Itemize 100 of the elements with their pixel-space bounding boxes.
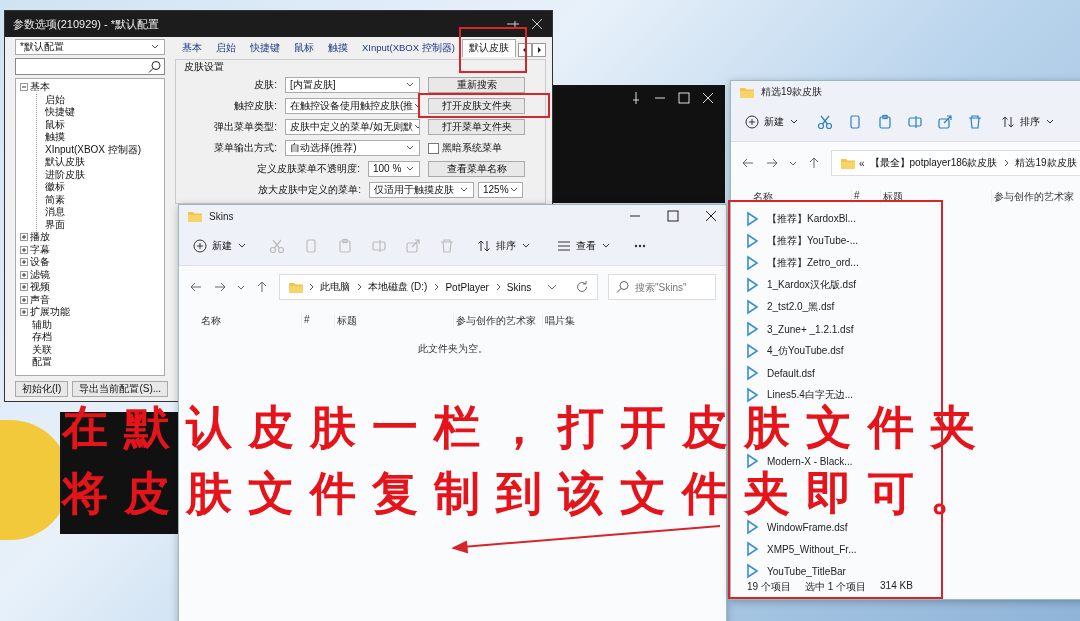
collapse-icon[interactable] <box>20 83 28 92</box>
breadcrumb[interactable]: 精选19款皮肤 <box>1013 155 1079 171</box>
dropdown[interactable]: 125% <box>478 182 523 198</box>
delete-icon <box>967 114 983 130</box>
file-name[interactable]: WindowFrame.dsf <box>767 521 848 533</box>
tree-item[interactable]: 界面 <box>45 218 65 231</box>
chevron-right-icon <box>1002 158 1011 168</box>
tree-item[interactable]: 简素 <box>45 193 65 206</box>
file-name[interactable]: 4_仿YouTube.dsf <box>767 344 844 358</box>
file-name[interactable]: 【推荐】KardoxBl... <box>767 212 856 226</box>
tree-item[interactable]: 存档 <box>32 331 52 344</box>
tree-item[interactable]: 触摸 <box>45 131 65 144</box>
toolbar-button[interactable]: 查看 <box>553 234 615 258</box>
toolbar-button[interactable]: 新建 <box>189 234 251 258</box>
dropdown[interactable]: 100 % <box>368 161 420 177</box>
tree-item[interactable]: 配置 <box>32 356 52 369</box>
tree-item[interactable]: 鼠标 <box>45 118 65 131</box>
status-text: 选中 1 个项目 <box>804 580 867 594</box>
column-header[interactable]: 参与创作的艺术家 <box>456 315 536 326</box>
empty-folder-message: 此文件夹为空。 <box>417 343 488 354</box>
chevron-right-icon <box>432 282 441 292</box>
tree-item[interactable]: 启始 <box>45 93 65 106</box>
file-name[interactable]: 3_Zune+ _1.2.1.dsf <box>767 323 854 335</box>
address-bar[interactable]: 此电脑 本地磁盘 (D:) PotPlayer Skins <box>279 274 598 300</box>
up-icon <box>807 156 821 170</box>
tree-item[interactable]: 辅助 <box>32 318 52 331</box>
column-header[interactable]: # <box>304 314 310 325</box>
breadcrumb[interactable]: Skins <box>504 279 534 295</box>
file-name[interactable]: 2_tst2.0_黑.dsf <box>767 300 835 314</box>
action-button[interactable]: 打开皮肤文件夹 <box>428 98 525 114</box>
action-button[interactable]: 重新搜索 <box>428 77 525 93</box>
tab[interactable]: 基本 <box>175 39 209 57</box>
file-name[interactable]: XMP5_Without_Fr... <box>767 543 857 555</box>
tree-item[interactable]: XInput(XBOX 控制器) <box>45 143 142 156</box>
file-name[interactable]: Lines5.4白字无边... <box>767 388 854 402</box>
tree-item[interactable]: 播放 <box>30 231 50 244</box>
breadcrumb[interactable]: 【最全】potplayer186款皮肤 <box>867 155 1000 171</box>
play-file-icon <box>745 343 759 359</box>
file-name[interactable]: 【推荐】YouTube-... <box>767 234 858 248</box>
dropdown[interactable]: 在触控设备使用触控皮肤(推 <box>285 98 420 114</box>
search-field[interactable] <box>15 58 165 75</box>
tab[interactable]: 默认皮肤 <box>461 39 516 57</box>
tree-item[interactable]: 消息 <box>45 206 65 219</box>
breadcrumb[interactable]: PotPlayer <box>443 279 491 295</box>
action-button[interactable]: 打开菜单文件夹 <box>428 119 525 135</box>
sort-icon <box>477 239 491 253</box>
toolbar-button[interactable]: 排序 <box>473 234 535 258</box>
column-header[interactable]: 唱片集 <box>545 315 575 326</box>
tree-item[interactable]: 快捷键 <box>45 106 75 119</box>
checkbox[interactable] <box>428 142 439 154</box>
tree-item[interactable]: 进阶皮肤 <box>45 168 85 181</box>
file-name[interactable]: Modern-X - Black... <box>767 455 853 467</box>
address-bar[interactable]: « 【最全】potplayer186款皮肤 精选19款皮肤 <box>831 150 1080 176</box>
file-name[interactable]: YouTube_TitleBar <box>767 565 846 577</box>
dropdown[interactable]: 自动选择(推荐) <box>285 140 420 156</box>
column-header[interactable]: 标题 <box>337 315 357 326</box>
sort-icon <box>1001 115 1015 129</box>
footer-button[interactable]: 导出当前配置(S)... <box>72 381 169 397</box>
tree-item[interactable]: 默认皮肤 <box>45 156 85 169</box>
tree-item[interactable]: 字幕 <box>30 243 50 256</box>
dropdown[interactable]: 皮肤中定义的菜单/如无则默 <box>285 119 420 135</box>
column-header[interactable]: 名称 <box>201 315 221 326</box>
breadcrumb[interactable]: 此电脑 <box>318 279 352 295</box>
tab[interactable]: XInput(XBOX 控制器) <box>355 39 462 57</box>
profile-dropdown[interactable]: *默认配置 <box>15 39 165 55</box>
tree-item[interactable]: 徽标 <box>45 181 65 194</box>
highlight-frame <box>459 27 527 73</box>
tree-item[interactable]: 关联 <box>32 343 52 356</box>
tab[interactable]: 快捷键 <box>243 39 287 57</box>
folder-icon <box>840 156 856 170</box>
back-icon <box>189 280 203 294</box>
tree-item[interactable]: 扩展功能 <box>30 306 70 319</box>
plus-circle-icon <box>193 239 207 253</box>
file-name[interactable]: 【推荐】Zetro_ord... <box>767 256 859 270</box>
list-view-icon <box>557 239 571 253</box>
tree-item[interactable]: 声音 <box>30 293 50 306</box>
file-name[interactable]: 1_Kardox汉化版.dsf <box>767 278 856 292</box>
action-button[interactable]: 查看菜单名称 <box>428 161 525 177</box>
file-name[interactable]: Default.dsf <box>767 367 815 379</box>
tree-item[interactable]: 视频 <box>30 281 50 294</box>
tab[interactable]: 触摸 <box>321 39 355 57</box>
footer-button[interactable]: 初始化(I) <box>15 381 69 397</box>
toolbar-button[interactable]: 排序 <box>997 110 1059 134</box>
toolbar-button[interactable]: 新建 <box>741 110 803 134</box>
overflow-chevron[interactable]: « <box>859 157 865 169</box>
checkbox-label: 黑暗系统菜单 <box>442 142 502 154</box>
tree-item[interactable]: 设备 <box>30 256 50 269</box>
play-file-icon <box>745 365 759 381</box>
dropdown[interactable]: 仅适用于触摸皮肤 <box>369 182 474 198</box>
breadcrumb[interactable]: 本地磁盘 (D:) <box>366 279 430 295</box>
plus-circle-icon <box>745 115 759 129</box>
window-title: 精选19款皮肤 <box>761 85 823 99</box>
tree-item[interactable]: 基本 <box>30 81 50 94</box>
tab[interactable]: 启始 <box>209 39 243 57</box>
column-header[interactable]: 参与创作的艺术家 <box>994 191 1074 202</box>
column-header[interactable]: # <box>854 190 860 201</box>
tab[interactable]: 鼠标 <box>287 39 321 57</box>
tree-item[interactable]: 滤镜 <box>30 268 50 281</box>
copy-icon <box>303 238 319 254</box>
dropdown[interactable]: [内置皮肤] <box>285 77 420 93</box>
